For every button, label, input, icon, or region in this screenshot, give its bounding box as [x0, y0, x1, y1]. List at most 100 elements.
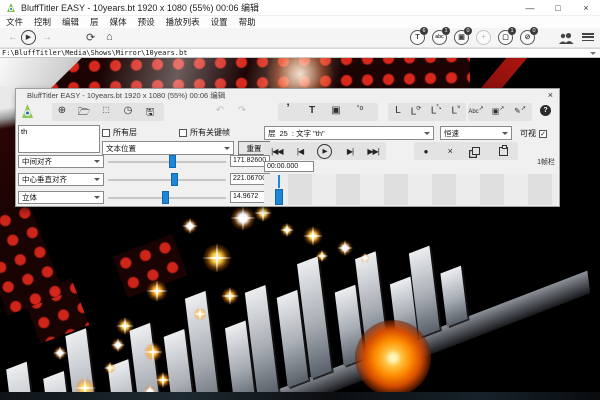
- copy-icon[interactable]: [472, 147, 480, 155]
- menu-media[interactable]: 媒体: [110, 16, 127, 28]
- maximize-button[interactable]: □: [544, 0, 572, 16]
- visible-box[interactable]: ✓: [539, 130, 547, 138]
- timeline-cursor[interactable]: [278, 175, 280, 188]
- change-font-icon[interactable]: Abc↗: [468, 105, 484, 115]
- comma-icon[interactable]: ’: [280, 101, 296, 115]
- sparkle-star: [316, 250, 328, 262]
- all-keyframes-checkbox[interactable]: 所有关键帧: [179, 127, 230, 138]
- text-layers-badge: 6: [420, 27, 428, 35]
- all-layers-box[interactable]: [102, 129, 110, 137]
- slider-handle[interactable]: [171, 173, 178, 186]
- slider-handle[interactable]: [169, 155, 176, 168]
- menu-control[interactable]: 控制: [34, 16, 51, 28]
- paste-icon[interactable]: [499, 147, 508, 156]
- go-start-button[interactable]: |◀◀: [271, 147, 282, 156]
- delete-keyframe-button[interactable]: ×: [448, 146, 453, 156]
- duration-clock-icon[interactable]: ◷: [120, 105, 136, 116]
- property-row-dropdown[interactable]: 中间对齐: [18, 155, 104, 168]
- menu-help[interactable]: 帮助: [239, 16, 256, 28]
- app-logo-icon: [6, 3, 16, 13]
- add-particle-layer-icon[interactable]: °o: [352, 105, 368, 112]
- slider-handle[interactable]: [162, 191, 169, 204]
- blufftitler-window: BluffTitler EASY - 10years.bt 1920 x 108…: [0, 0, 600, 400]
- add-picture-layer-icon[interactable]: ▣: [328, 105, 344, 116]
- keyframe-controls: ● ×: [414, 142, 518, 160]
- next-frame-button[interactable]: ▶|: [347, 147, 353, 156]
- sparkle-star: [155, 372, 171, 388]
- scale-layer-icon[interactable]: L⤡: [428, 105, 444, 116]
- panel-toolbar: ⊕ 🗁 ⬚ ◷ 🖫 ↶ ↷ ’ T ▣ °o L L⟳ L⤡ L× Abc↗ ▣…: [16, 101, 559, 123]
- text-content-input[interactable]: th: [18, 125, 100, 153]
- close-button[interactable]: ×: [572, 0, 600, 16]
- minimize-button[interactable]: —: [516, 0, 544, 16]
- open-show-icon[interactable]: 🗁: [76, 105, 92, 122]
- record-keyframe-button[interactable]: ●: [424, 147, 429, 156]
- delete-layer-icon[interactable]: L×: [448, 105, 464, 116]
- go-end-button[interactable]: ▶▶|: [367, 147, 378, 156]
- menu-file[interactable]: 文件: [6, 16, 23, 28]
- layer-icon[interactable]: L: [390, 105, 406, 116]
- mirror-letter: [440, 266, 467, 327]
- back-icon[interactable]: ←: [8, 32, 18, 43]
- sparkle-star: [104, 362, 116, 374]
- prev-frame-button[interactable]: |◀: [297, 147, 303, 156]
- sparkle-star: [221, 287, 239, 305]
- timeline-handle[interactable]: [275, 189, 283, 205]
- refresh-icon[interactable]: ⟳: [86, 31, 95, 44]
- sparkle-star: [116, 317, 134, 335]
- change-style-icon[interactable]: ✎↗: [512, 105, 528, 116]
- easy-panel: BluffTitler EASY - 10years.bt 1920 x 108…: [15, 88, 560, 207]
- show-path[interactable]: F:\BluffTitler\Media\Shows\Mirror\10year…: [0, 49, 187, 57]
- play-show-button[interactable]: ▶: [21, 30, 36, 45]
- abc-layers-icon[interactable]: abc1: [432, 30, 447, 45]
- menu-layer[interactable]: 层: [90, 16, 99, 28]
- picture-layers-icon[interactable]: ▣0: [454, 30, 469, 45]
- path-dropdown-icon[interactable]: [590, 52, 596, 55]
- menu-presets[interactable]: 预设: [138, 16, 155, 28]
- property-row-dropdown[interactable]: 立体: [18, 191, 104, 204]
- change-texture-icon[interactable]: ▣↗: [490, 105, 506, 116]
- save-show-icon[interactable]: 🖫: [142, 105, 158, 122]
- clock-layers-icon[interactable]: ⊘0: [520, 30, 535, 45]
- home-icon[interactable]: ⌂: [106, 31, 113, 43]
- play-button[interactable]: ▶: [317, 144, 332, 159]
- community-icon[interactable]: [558, 33, 574, 44]
- menu-edit[interactable]: 编辑: [62, 16, 79, 28]
- resize-icon[interactable]: ⬚: [98, 105, 114, 114]
- forward-icon[interactable]: →: [42, 32, 52, 43]
- help-icon[interactable]: ?: [540, 105, 551, 116]
- all-keyframes-box[interactable]: [179, 129, 187, 137]
- prop-slider-2[interactable]: [108, 191, 226, 204]
- prop-slider-1[interactable]: [108, 173, 226, 186]
- all-layers-checkbox[interactable]: 所有层: [102, 127, 137, 138]
- window-title: BluffTitler EASY - 10years.bt 1920 x 108…: [21, 1, 259, 14]
- property-dropdown[interactable]: 文本位置: [102, 141, 234, 155]
- pathbar: F:\BluffTitler\Media\Shows\Mirror\10year…: [0, 48, 600, 58]
- left-scene-sliver: [0, 86, 16, 211]
- chevron-down-icon: [94, 178, 100, 181]
- add-text-layer-icon[interactable]: T: [304, 105, 320, 116]
- property-row-dropdown[interactable]: 中心垂直对齐: [18, 173, 104, 186]
- window-layers-icon[interactable]: ▢1: [498, 30, 513, 45]
- new-show-icon[interactable]: ⊕: [54, 105, 70, 116]
- chevron-down-icon: [424, 132, 430, 135]
- sparkle-star: [143, 342, 163, 362]
- sparkle-star: [146, 280, 168, 302]
- sparkle-star: [360, 253, 370, 263]
- speed-dropdown[interactable]: 恒速: [440, 126, 512, 140]
- chevron-down-icon: [224, 147, 230, 150]
- prop-slider-0[interactable]: [108, 155, 226, 168]
- menu-playlist[interactable]: 播放列表: [166, 16, 200, 28]
- main-toolbar: ← ▶ → ⟳ ⌂ T6 abc1 ▣0 + ▢1 ⊘0: [0, 28, 600, 48]
- hamburger-menu-icon[interactable]: [582, 33, 594, 43]
- visible-checkbox[interactable]: 可视 ✓: [520, 128, 547, 139]
- layer-dropdown[interactable]: 层 25 : 文字 "th": [264, 126, 434, 140]
- sparkle-star: [53, 346, 67, 360]
- text-layers-icon[interactable]: T6: [410, 30, 425, 45]
- panel-close-icon[interactable]: ×: [548, 90, 559, 100]
- menu-settings[interactable]: 设置: [211, 16, 228, 28]
- rotate-layer-icon[interactable]: L⟳: [408, 105, 424, 117]
- scene-bottom-band: [0, 392, 600, 400]
- time-display[interactable]: 00:00.000: [264, 161, 314, 172]
- timeline[interactable]: [264, 174, 557, 205]
